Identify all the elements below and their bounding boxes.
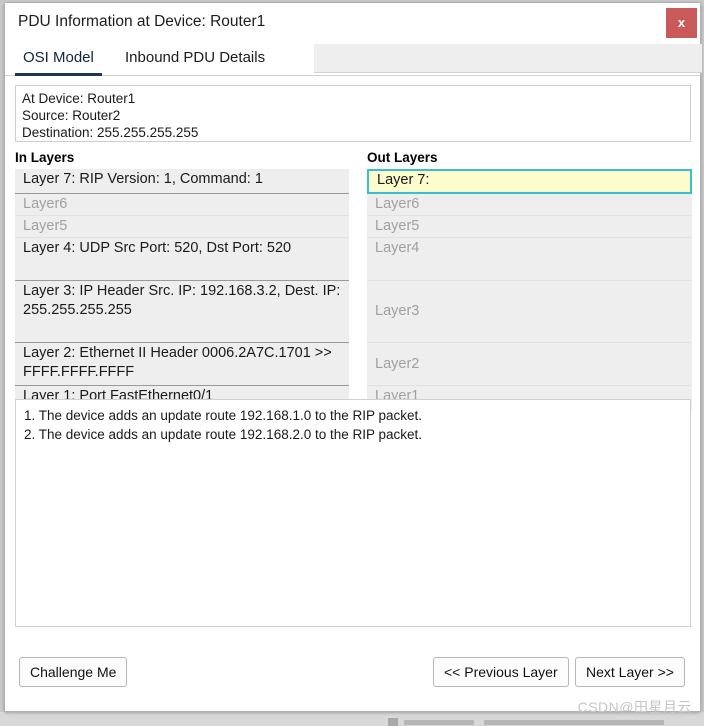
in-layers-list: Layer 7: RIP Version: 1, Command: 1 Laye… (15, 169, 349, 422)
background-block-3 (484, 720, 664, 725)
info-destination: Destination: 255.255.255.255 (22, 125, 199, 140)
pdu-info-box: At Device: Router1 Source: Router2 Desti… (15, 85, 691, 142)
tab-osi-model[interactable]: OSI Model (15, 44, 102, 76)
tab-bar-filler (314, 44, 702, 73)
out-layers-list: Layer 7: Layer6 Layer5 Layer4 Layer3 Lay… (367, 169, 692, 410)
description-box: 1. The device adds an update route 192.1… (15, 399, 691, 627)
in-layers-heading: In Layers (15, 150, 75, 165)
out-layer-row-2[interactable]: Layer2 (367, 343, 692, 386)
in-layer-row-5[interactable]: Layer5 (15, 216, 349, 238)
background-block-2 (404, 720, 474, 725)
previous-layer-button[interactable]: << Previous Layer (433, 657, 569, 687)
watermark: CSDN@田星月云 (577, 699, 692, 715)
tab-inbound-pdu-details[interactable]: Inbound PDU Details (117, 44, 273, 76)
in-layer-row-2[interactable]: Layer 2: Ethernet II Header 0006.2A7C.17… (15, 343, 349, 386)
window-body: At Device: Router1 Source: Router2 Desti… (5, 76, 700, 711)
screen: PDU Information at Device: Router1 x OSI… (0, 0, 704, 726)
info-source: Source: Router2 (22, 108, 121, 123)
next-layer-button[interactable]: Next Layer >> (575, 657, 685, 687)
tab-bar: OSI Model Inbound PDU Details (5, 44, 702, 76)
description-line-1: 1. The device adds an update route 192.1… (24, 408, 423, 423)
out-layer-row-3[interactable]: Layer3 (367, 281, 692, 343)
in-layer-row-3[interactable]: Layer 3: IP Header Src. IP: 192.168.3.2,… (15, 281, 349, 343)
in-layer-row-6[interactable]: Layer6 (15, 194, 349, 216)
window-titlebar: PDU Information at Device: Router1 x (5, 3, 700, 44)
out-layer-row-6[interactable]: Layer6 (367, 194, 692, 216)
challenge-me-button[interactable]: Challenge Me (19, 657, 128, 687)
description-line-2: 2. The device adds an update route 192.1… (24, 427, 423, 442)
close-icon[interactable]: x (666, 8, 697, 38)
background-block-1 (388, 718, 398, 726)
out-layer-row-5[interactable]: Layer5 (367, 216, 692, 238)
out-layer-row-4[interactable]: Layer4 (367, 238, 692, 281)
window-title: PDU Information at Device: Router1 (18, 13, 266, 30)
info-at-device: At Device: Router1 (22, 91, 136, 106)
in-layer-row-4[interactable]: Layer 4: UDP Src Port: 520, Dst Port: 52… (15, 238, 349, 281)
in-layer-row-7[interactable]: Layer 7: RIP Version: 1, Command: 1 (15, 169, 349, 194)
out-layers-heading: Out Layers (367, 150, 438, 165)
out-layer-row-7[interactable]: Layer 7: (367, 169, 692, 194)
pdu-information-window: PDU Information at Device: Router1 x OSI… (4, 2, 702, 715)
